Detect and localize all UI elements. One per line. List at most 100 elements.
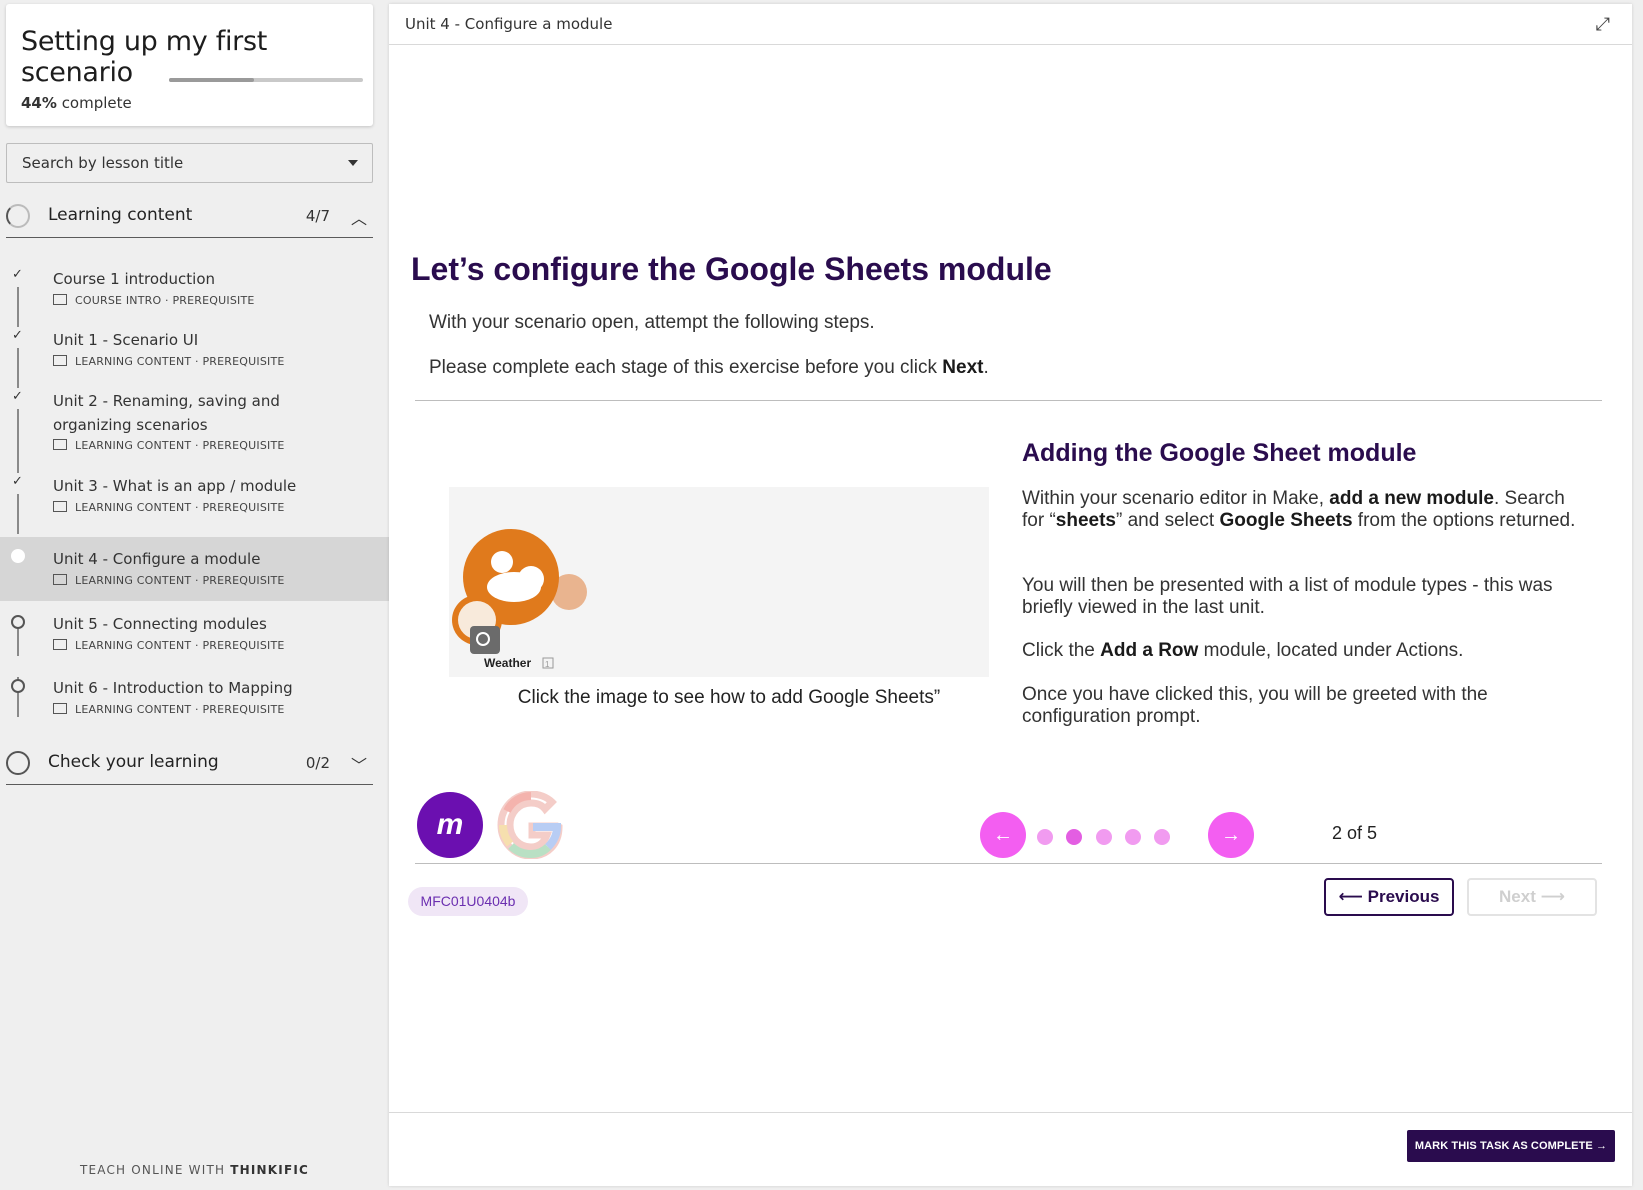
divider xyxy=(415,863,1602,864)
lesson-title: Unit 1 - Scenario UI xyxy=(53,331,199,349)
intro-text: Please complete each stage of this exerc… xyxy=(429,357,943,378)
section-count: 4/7 xyxy=(305,207,330,225)
text: Within your scenario editor in Make, xyxy=(1022,488,1330,509)
lesson-code-badge: MFC01U0404b xyxy=(408,887,528,916)
text: module, located under Actions. xyxy=(1198,640,1464,661)
step-heading: Adding the Google Sheet module xyxy=(1022,439,1417,467)
arrow-right-icon: ⟶ xyxy=(1535,887,1565,906)
lesson-item[interactable]: ✓ Unit 1 - Scenario UI LEARNING CONTENT … xyxy=(0,317,389,381)
section-check-your-learning[interactable]: Check your learning 0/2 ﹀ xyxy=(6,741,373,785)
slides-icon xyxy=(53,639,67,650)
footer-prefix: TEACH ONLINE WITH xyxy=(79,1163,226,1177)
google-logo-icon xyxy=(497,791,563,859)
google-sheets-tutorial-image[interactable]: Weather 1 xyxy=(449,487,989,677)
expand-fullscreen-icon[interactable]: ⤢ xyxy=(1596,14,1610,35)
previous-label: Previous xyxy=(1367,887,1440,906)
intro-paragraph: With your scenario open, attempt the fol… xyxy=(429,312,875,333)
lesson-meta-text: LEARNING CONTENT · PREREQUISITE xyxy=(75,501,285,514)
carousel-dot[interactable] xyxy=(1037,829,1053,845)
make-logo-icon: m xyxy=(417,792,483,858)
lesson-meta-text: LEARNING CONTENT · PREREQUISITE xyxy=(75,355,285,368)
lesson-breadcrumb: Unit 4 - Configure a module xyxy=(405,15,613,33)
check-icon: ✓ xyxy=(12,388,23,403)
divider xyxy=(415,400,1602,401)
lesson-item[interactable]: ✓ Unit 2 - Renaming, saving and organizi… xyxy=(0,378,389,466)
section-progress-ring-icon xyxy=(6,204,30,228)
lesson-title: Unit 2 - Renaming, saving and organizing… xyxy=(53,392,280,434)
document-icon xyxy=(53,294,67,305)
course-sidebar: Setting up my first scenario 44% complet… xyxy=(0,0,389,1190)
thinkific-footer[interactable]: TEACH ONLINE WITH THINKIFIC xyxy=(0,1163,389,1177)
incomplete-circle-icon xyxy=(11,615,25,629)
lesson-title: Unit 4 - Configure a module xyxy=(53,550,261,568)
mark-complete-button[interactable]: MARK THIS TASK AS COMPLETE → xyxy=(1407,1130,1615,1162)
caret-down-icon xyxy=(348,160,358,166)
arrow-right-icon: → xyxy=(1592,1140,1608,1152)
step-paragraph: Within your scenario editor in Make, add… xyxy=(1022,488,1582,532)
lesson-item[interactable]: Unit 6 - Introduction to Mapping LEARNIN… xyxy=(0,665,389,729)
slides-icon xyxy=(53,703,67,714)
progress-percent: 44% xyxy=(21,94,57,112)
section-title: Learning content xyxy=(48,205,193,225)
step-paragraph: Once you have clicked this, you will be … xyxy=(1022,684,1488,727)
text: ” and select xyxy=(1115,510,1220,531)
lesson-title: Course 1 introduction xyxy=(53,270,216,288)
lesson-meta-text: COURSE INTRO · PREREQUISITE xyxy=(75,294,255,307)
lesson-search-placeholder: Search by lesson title xyxy=(22,154,184,172)
footer-brand: THINKIFIC xyxy=(230,1163,310,1177)
lesson-item[interactable]: ✓ Unit 3 - What is an app / module LEARN… xyxy=(0,463,389,527)
lesson-item[interactable]: Unit 5 - Connecting modules LEARNING CON… xyxy=(0,601,389,665)
step-paragraph: You will then be presented with a list o… xyxy=(1022,575,1553,618)
carousel-dot[interactable] xyxy=(1125,829,1141,845)
progress-suffix: complete xyxy=(61,94,132,112)
lesson-search-dropdown[interactable]: Search by lesson title xyxy=(6,143,373,183)
step-paragraph: Click the Add a Row module, located unde… xyxy=(1022,640,1582,662)
carousel-dot[interactable] xyxy=(1096,829,1112,845)
lesson-title: Unit 5 - Connecting modules xyxy=(53,615,267,633)
incomplete-circle-icon xyxy=(11,679,25,693)
lesson-meta: COURSE INTRO · PREREQUISITE xyxy=(53,294,255,307)
section-learning-content[interactable]: Learning content 4/7 ︿ xyxy=(6,194,373,238)
slides-icon xyxy=(53,439,67,450)
carousel-dot[interactable] xyxy=(1154,829,1170,845)
carousel-next-button[interactable]: → xyxy=(1208,812,1254,858)
next-button[interactable]: Next ⟶ xyxy=(1467,878,1597,916)
previous-button[interactable]: ⟵ Previous xyxy=(1324,878,1454,916)
lesson-meta: LEARNING CONTENT · PREREQUISITE xyxy=(53,703,285,716)
check-icon: ✓ xyxy=(12,327,23,342)
text: from the options returned. xyxy=(1352,510,1576,531)
lesson-meta: LEARNING CONTENT · PREREQUISITE xyxy=(53,501,285,514)
mark-complete-label: MARK THIS TASK AS COMPLETE xyxy=(1414,1140,1593,1152)
section-title: Check your learning xyxy=(48,752,219,772)
course-progress-card: Setting up my first scenario 44% complet… xyxy=(6,4,373,126)
check-icon: ✓ xyxy=(12,473,23,488)
course-progress-fill xyxy=(169,78,255,82)
lesson-topbar: Unit 4 - Configure a module ⤢ xyxy=(389,4,1632,45)
carousel-prev-button[interactable]: ← xyxy=(980,812,1026,858)
carousel-dot-active[interactable] xyxy=(1066,829,1082,845)
lesson-item[interactable]: ✓ Course 1 introduction COURSE INTRO · P… xyxy=(0,256,389,320)
chevron-down-icon[interactable]: ﹀ xyxy=(351,752,367,776)
lesson-content-panel: Unit 4 - Configure a module ⤢ Let’s conf… xyxy=(389,4,1632,1186)
lesson-item-current[interactable]: Unit 4 - Configure a module LEARNING CON… xyxy=(0,537,389,601)
lesson-meta-text: LEARNING CONTENT · PREREQUISITE xyxy=(75,703,285,716)
course-progress-text: 44% complete xyxy=(21,94,132,112)
bold-text: add a new module xyxy=(1329,488,1494,509)
slides-icon xyxy=(53,574,67,585)
module-label: Weather xyxy=(484,656,531,670)
lesson-meta: LEARNING CONTENT · PREREQUISITE xyxy=(53,439,285,452)
lesson-meta-text: LEARNING CONTENT · PREREQUISITE xyxy=(75,574,285,587)
slides-icon xyxy=(53,501,67,512)
bold-text: sheets xyxy=(1055,510,1116,531)
chevron-up-icon[interactable]: ︿ xyxy=(351,205,367,229)
current-lesson-marker-icon xyxy=(11,549,25,563)
check-icon: ✓ xyxy=(12,266,23,281)
text: Click the xyxy=(1022,640,1101,661)
bold-text: Add a Row xyxy=(1100,640,1199,661)
arrow-left-icon: ⟵ xyxy=(1338,887,1368,906)
lesson-meta: LEARNING CONTENT · PREREQUISITE xyxy=(53,639,285,652)
intro-bold: Next xyxy=(942,357,984,378)
intro-text-end: . xyxy=(983,357,989,378)
slides-icon xyxy=(53,355,67,366)
next-label: Next xyxy=(1499,887,1536,906)
